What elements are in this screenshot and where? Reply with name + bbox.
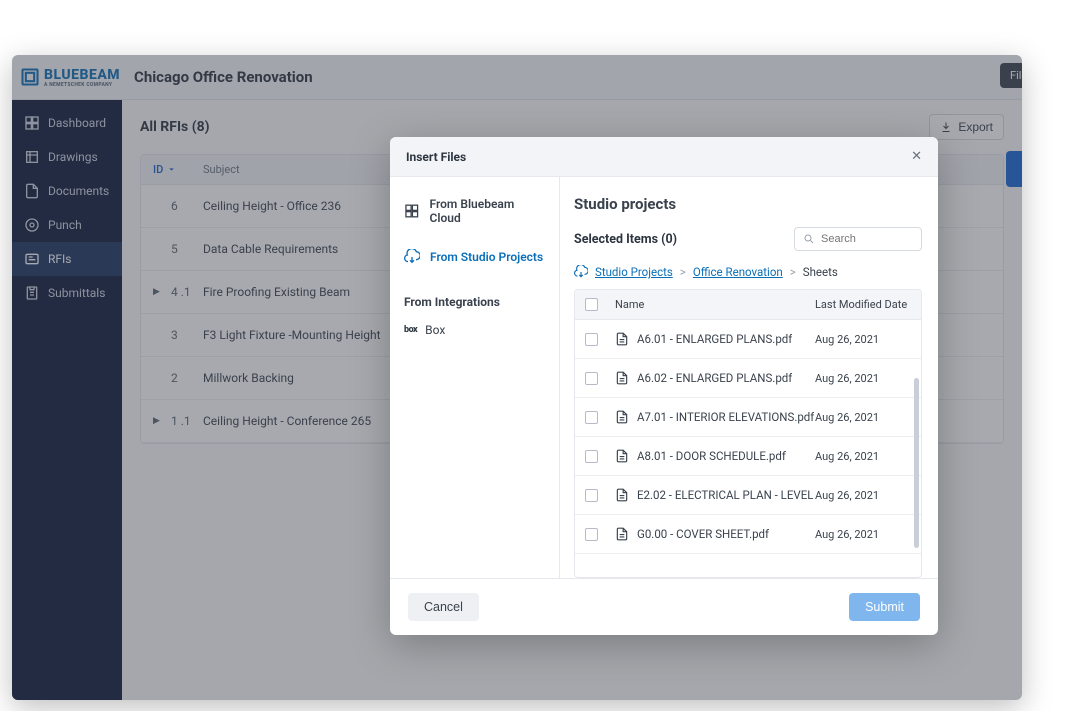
file-date: Aug 26, 2021 [815, 372, 911, 385]
source-label: From Studio Projects [430, 250, 543, 264]
file-list-header: Name Last Modified Date [575, 290, 921, 320]
cancel-button[interactable]: Cancel [408, 593, 479, 621]
file-icon [615, 527, 629, 541]
file-row[interactable]: A8.01 - DOOR SCHEDULE.pdfAug 26, 2021 [575, 437, 921, 476]
source-studio-projects[interactable]: From Studio Projects [402, 243, 547, 283]
chevron-right-icon: > [790, 265, 796, 279]
file-name: A6.01 - ENLARGED PLANS.pdf [609, 332, 815, 346]
file-name: A7.01 - INTERIOR ELEVATIONS.pdf [609, 410, 815, 424]
submit-button[interactable]: Submit [849, 593, 920, 621]
breadcrumb: Studio Projects > Office Renovation > Sh… [574, 251, 938, 289]
studio-icon [574, 265, 588, 279]
breadcrumb-current: Sheets [803, 265, 838, 279]
source-label: Box [425, 323, 445, 337]
close-icon[interactable]: ✕ [911, 149, 922, 164]
breadcrumb-folder[interactable]: Office Renovation [693, 265, 783, 279]
source-panel: From Bluebeam Cloud From Studio Projects… [390, 177, 560, 578]
file-list: Name Last Modified Date A6.01 - ENLARGED… [574, 289, 922, 578]
file-date: Aug 26, 2021 [815, 489, 911, 502]
breadcrumb-root[interactable]: Studio Projects [595, 265, 673, 279]
search-field[interactable] [821, 233, 913, 245]
file-name: G0.00 - COVER SHEET.pdf [609, 527, 815, 541]
file-row[interactable]: G0.00 - COVER SHEET.pdfAug 26, 2021 [575, 515, 921, 554]
select-all-checkbox[interactable] [585, 298, 598, 311]
file-name: A6.02 - ENLARGED PLANS.pdf [609, 371, 815, 385]
file-date: Aug 26, 2021 [815, 411, 911, 424]
modal-footer: Cancel Submit [390, 578, 938, 635]
file-icon [615, 488, 629, 502]
search-input[interactable] [794, 227, 922, 251]
file-icon [615, 332, 629, 346]
file-date: Aug 26, 2021 [815, 528, 911, 541]
file-checkbox[interactable] [585, 372, 598, 385]
insert-files-modal: Insert Files ✕ From Bluebeam Cloud From … [390, 137, 938, 635]
modal-title: Insert Files [406, 150, 466, 164]
selected-count: Selected Items (0) [574, 232, 677, 247]
cloud-icon [404, 203, 420, 219]
col-date[interactable]: Last Modified Date [815, 298, 911, 311]
file-icon [615, 410, 629, 424]
modal-header: Insert Files ✕ [390, 137, 938, 177]
source-label: From Bluebeam Cloud [430, 197, 545, 225]
file-row[interactable]: A6.02 - ENLARGED PLANS.pdfAug 26, 2021 [575, 359, 921, 398]
file-checkbox[interactable] [585, 528, 598, 541]
file-row[interactable]: A6.01 - ENLARGED PLANS.pdfAug 26, 2021 [575, 320, 921, 359]
studio-icon [404, 249, 420, 265]
selection-row: Selected Items (0) [574, 227, 938, 251]
file-date: Aug 26, 2021 [815, 450, 911, 463]
panel-title: Studio projects [574, 189, 938, 227]
file-checkbox[interactable] [585, 333, 598, 346]
file-panel: Studio projects Selected Items (0) Studi… [560, 177, 938, 578]
box-icon: box [404, 325, 417, 335]
file-checkbox[interactable] [585, 450, 598, 463]
integrations-header: From Integrations [404, 295, 547, 309]
col-name[interactable]: Name [609, 298, 815, 311]
file-name: E2.02 - ELECTRICAL PLAN - LEVEL [609, 488, 815, 502]
file-name: A8.01 - DOOR SCHEDULE.pdf [609, 449, 815, 463]
source-bluebeam-cloud[interactable]: From Bluebeam Cloud [402, 191, 547, 243]
modal-body: From Bluebeam Cloud From Studio Projects… [390, 177, 938, 578]
file-checkbox[interactable] [585, 411, 598, 424]
chevron-right-icon: > [680, 265, 686, 279]
file-icon [615, 449, 629, 463]
scrollbar-thumb[interactable] [914, 378, 919, 548]
file-row[interactable]: A7.01 - INTERIOR ELEVATIONS.pdfAug 26, 2… [575, 398, 921, 437]
source-box[interactable]: box Box [402, 319, 547, 341]
file-icon [615, 371, 629, 385]
file-checkbox[interactable] [585, 489, 598, 502]
file-date: Aug 26, 2021 [815, 333, 911, 346]
search-icon [803, 233, 815, 245]
file-list-body[interactable]: A6.01 - ENLARGED PLANS.pdfAug 26, 2021A6… [575, 320, 921, 577]
file-row[interactable]: E2.02 - ELECTRICAL PLAN - LEVELAug 26, 2… [575, 476, 921, 515]
